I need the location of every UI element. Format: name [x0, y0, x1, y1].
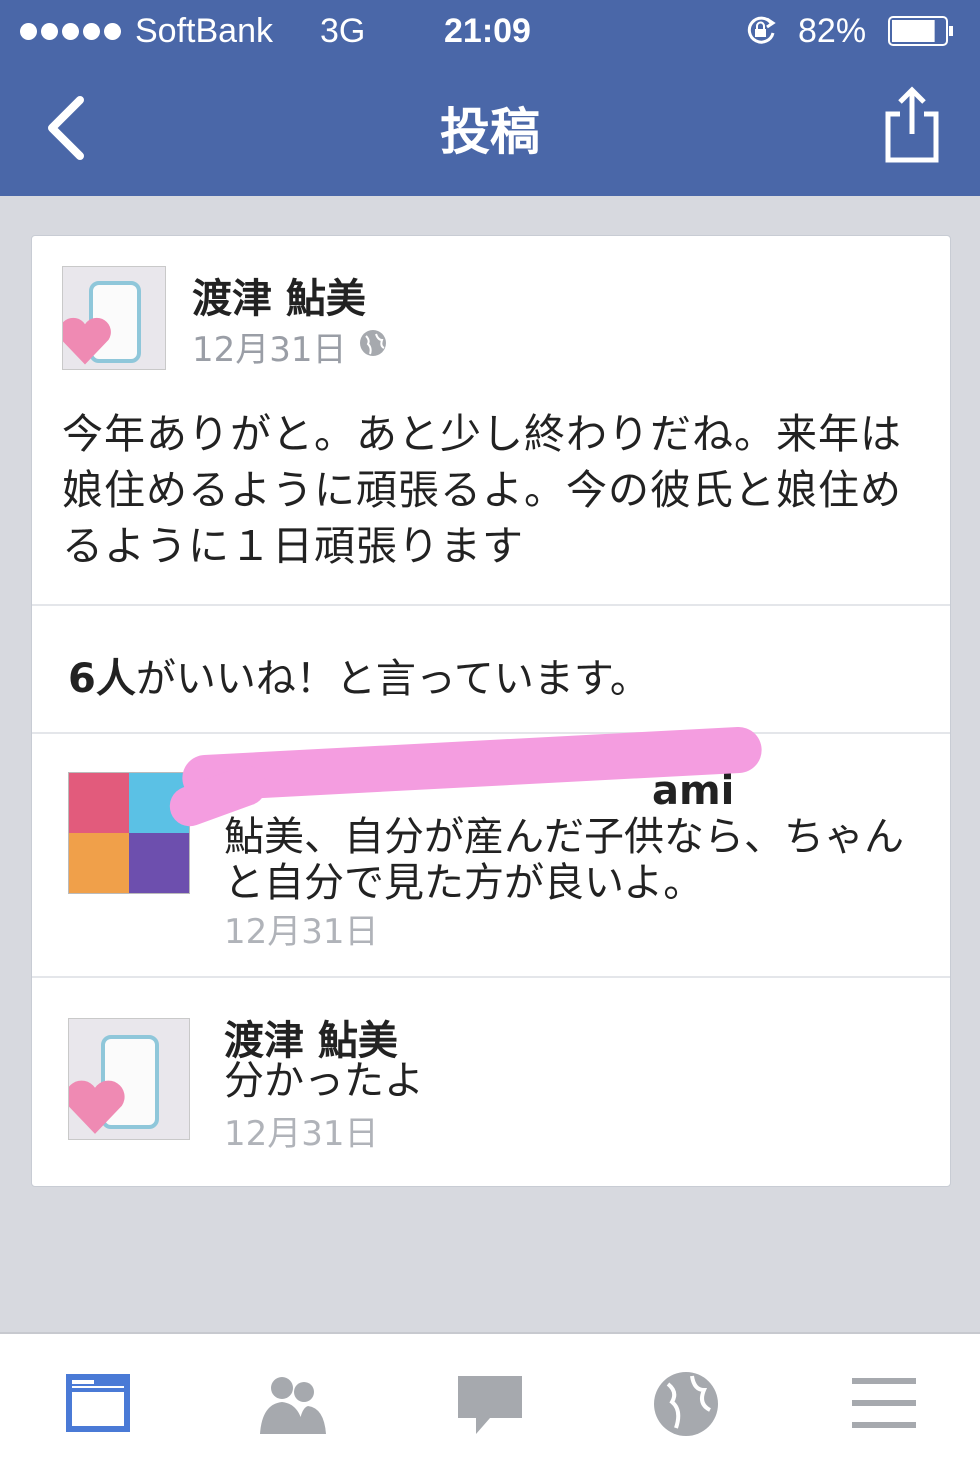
comment-text: 分かったよ [224, 1058, 424, 1104]
post-card: 渡津 鮎美 12月31日 今年ありがと。あと少し終わりだね。来年は娘住めるように… [31, 235, 951, 1187]
comment-date[interactable]: 12月31日 [224, 904, 379, 953]
notifications-globe-icon[interactable] [646, 1370, 726, 1440]
heart-icon [63, 317, 111, 365]
page-title: 投稿 [440, 103, 540, 161]
avatar[interactable] [68, 772, 190, 894]
post-text: 今年ありがと。あと少し終わりだね。来年は娘住めるように頑張るよ。今の彼氏と娘住め… [62, 410, 902, 570]
friends-icon[interactable] [252, 1370, 332, 1440]
avatar[interactable] [62, 266, 166, 370]
news-feed-icon[interactable] [60, 1370, 140, 1440]
post-date[interactable]: 12月31日 [192, 322, 347, 371]
divider [32, 976, 950, 978]
avatar[interactable] [68, 1018, 190, 1140]
divider [32, 604, 950, 606]
messages-icon[interactable] [450, 1370, 530, 1440]
likes-summary[interactable]: 6人がいいね！と言っています。 [68, 646, 650, 704]
clock: 21:09 [444, 12, 531, 50]
tab-bar [0, 1332, 980, 1470]
signal-strength-icon [20, 23, 121, 40]
status-bar: SoftBank 3G 21:09 82% [0, 0, 980, 62]
comment-date[interactable]: 12月31日 [224, 1106, 379, 1155]
post-author[interactable]: 渡津 鮎美 [192, 266, 366, 324]
divider [32, 732, 950, 734]
heart-icon [69, 1080, 125, 1134]
nav-bar: 投稿 [0, 62, 980, 196]
orientation-lock-icon [747, 16, 776, 44]
carrier-label: SoftBank [135, 12, 273, 50]
menu-icon[interactable] [846, 1370, 926, 1440]
share-icon[interactable] [880, 84, 944, 164]
battery-icon [888, 16, 953, 46]
comment-text: 鮎美、自分が産んだ子供なら、ちゃんと自分で見た方が良いよ。 [224, 814, 904, 906]
globe-icon [360, 330, 386, 356]
likes-text: がいいね！と言っています。 [135, 656, 650, 702]
battery-percent: 82% [798, 12, 867, 50]
network-type: 3G [320, 12, 366, 50]
likes-count: 6人 [68, 656, 136, 702]
